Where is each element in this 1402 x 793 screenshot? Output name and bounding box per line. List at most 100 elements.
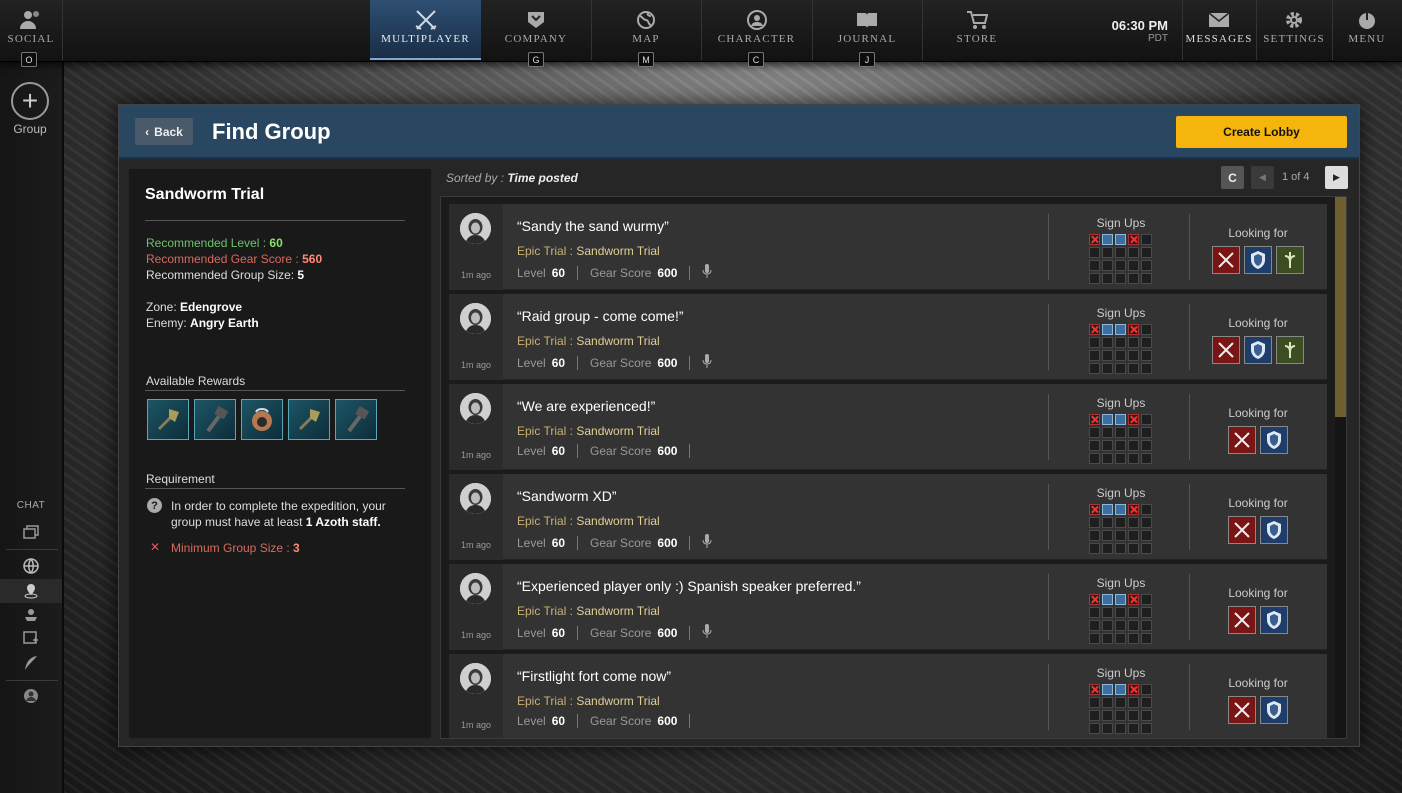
scrollbar-thumb[interactable] <box>1335 197 1346 417</box>
plus-icon: + <box>21 85 39 116</box>
level-label: Level <box>517 355 546 370</box>
create-lobby-button[interactable]: Create Lobby <box>1176 116 1347 148</box>
divider <box>577 714 579 728</box>
divider <box>689 265 691 280</box>
avatar-icon[interactable] <box>20 686 42 706</box>
expedition-prefix: Epic Trial : <box>517 334 574 348</box>
signup-slot <box>1141 710 1152 721</box>
gear-value: 600 <box>657 355 678 370</box>
feather-icon[interactable] <box>20 653 42 673</box>
posted-time: 1m ago <box>460 270 492 280</box>
signup-slot <box>1102 324 1113 335</box>
signup-slot <box>1141 363 1152 374</box>
reward-hammer-icon[interactable] <box>194 399 236 440</box>
tank-role-icon <box>1244 246 1272 274</box>
location-pin-icon[interactable] <box>20 581 42 601</box>
signup-slot <box>1141 414 1152 425</box>
chat-windows-icon[interactable] <box>20 522 42 542</box>
avatar-portrait <box>460 483 491 514</box>
nav-multiplayer[interactable]: MULTIPLAYER <box>370 0 481 60</box>
nav-messages[interactable]: MESSAGES <box>1182 0 1256 60</box>
group-listing-row[interactable]: 1m ago “Sandy the sand wurmy” Epic Trial :… <box>449 204 1327 290</box>
nav-character[interactable]: CHARACTER <box>701 0 812 60</box>
host-avatar: 1m ago <box>449 384 503 470</box>
signup-slots <box>1089 414 1152 464</box>
signup-slot <box>1128 723 1139 734</box>
nav-multiplayer-label: MULTIPLAYER <box>381 33 470 45</box>
signup-slot <box>1102 620 1113 631</box>
nav-company[interactable]: COMPANY <box>481 0 591 60</box>
back-button[interactable]: ‹ Back <box>135 118 193 145</box>
fail-x-icon: ✕ <box>150 540 161 554</box>
avatar-portrait <box>460 573 491 604</box>
sort-indicator[interactable]: Sorted by : Time posted <box>446 171 578 185</box>
nav-map[interactable]: MAP <box>591 0 701 60</box>
reward-axe-icon[interactable] <box>147 399 189 440</box>
signups-label: Sign Ups <box>1096 666 1146 680</box>
signup-slot <box>1115 324 1126 335</box>
divider <box>62 0 63 60</box>
faction-icon[interactable] <box>20 605 42 625</box>
signup-slot <box>1115 247 1126 258</box>
signup-slot <box>1102 530 1113 541</box>
signup-slot <box>1141 517 1152 528</box>
signup-slot <box>1128 504 1139 515</box>
expedition-name: Sandworm Trial <box>576 244 660 258</box>
signup-slot <box>1128 363 1139 374</box>
expedition-type: Epic Trial : Sandworm Trial <box>517 334 660 348</box>
group-listing-row[interactable]: 1m ago “Experienced player only :) Spanis… <box>449 564 1327 650</box>
signup-slot <box>1115 697 1126 708</box>
nav-store[interactable]: STORE <box>922 0 1032 60</box>
group-listing-row[interactable]: 1m ago “We are experienced!” Epic Trial : … <box>449 384 1327 470</box>
signup-slot <box>1102 234 1113 245</box>
next-page-button[interactable]: ▶ <box>1325 166 1348 189</box>
divider <box>145 220 405 221</box>
signup-slot <box>1115 710 1126 721</box>
nav-settings[interactable]: SETTINGS <box>1256 0 1332 60</box>
group-title: “Sandworm XD” <box>517 488 617 504</box>
new-chat-icon[interactable] <box>20 629 42 649</box>
expedition-type: Epic Trial : Sandworm Trial <box>517 424 660 438</box>
signup-slots <box>1089 234 1152 284</box>
shield-chevron-icon <box>526 9 546 31</box>
refresh-button[interactable]: C <box>1221 166 1244 189</box>
gear-label: Gear Score <box>590 265 652 280</box>
nav-menu[interactable]: MENU <box>1332 0 1402 60</box>
rewards-label: Available Rewards <box>146 374 246 388</box>
reward-bag-icon[interactable] <box>241 399 283 440</box>
signup-slots <box>1089 324 1152 374</box>
signup-slot <box>1128 337 1139 348</box>
group-listing-row[interactable]: 1m ago “Firstlight fort come now” Epic Tri… <box>449 654 1327 738</box>
reward-hammer-icon[interactable] <box>335 399 377 440</box>
signup-slot <box>1089 337 1100 348</box>
divider <box>689 535 691 550</box>
looking-for-label: Looking for <box>1228 496 1288 510</box>
signup-slot <box>1115 414 1126 425</box>
triangle-right-icon: ▶ <box>1333 172 1340 182</box>
group-listing-row[interactable]: 1m ago “Sandworm XD” Epic Trial : Sandworm… <box>449 474 1327 560</box>
top-nav-bar: SOCIAL O MULTIPLAYER COMPANY G MAP M CHA… <box>0 0 1402 67</box>
signup-slot <box>1141 620 1152 631</box>
globe-icon <box>636 9 656 31</box>
help-icon: ? <box>147 498 162 513</box>
reward-axe-icon[interactable] <box>288 399 330 440</box>
nav-menu-label: MENU <box>1348 33 1386 45</box>
signup-slot <box>1141 247 1152 258</box>
prev-page-button[interactable]: ◀ <box>1251 166 1274 189</box>
expedition-name: Sandworm Trial <box>576 424 660 438</box>
add-group-button[interactable]: + <box>11 82 49 120</box>
posted-time: 1m ago <box>460 720 492 730</box>
nav-journal[interactable]: JOURNAL <box>812 0 922 60</box>
globe-chat-icon[interactable] <box>20 556 42 576</box>
signup-slots <box>1089 684 1152 734</box>
signup-slot <box>1115 633 1126 644</box>
signup-slot <box>1102 723 1113 734</box>
signup-slot <box>1128 260 1139 271</box>
looking-for-roles <box>1189 696 1327 724</box>
group-listing-row[interactable]: 1m ago “Raid group - come come!” Epic Tria… <box>449 294 1327 380</box>
looking-for-label: Looking for <box>1228 676 1288 690</box>
nav-social[interactable]: SOCIAL <box>0 0 62 60</box>
signup-slot <box>1115 453 1126 464</box>
divider <box>1048 574 1049 640</box>
divider <box>145 390 405 391</box>
